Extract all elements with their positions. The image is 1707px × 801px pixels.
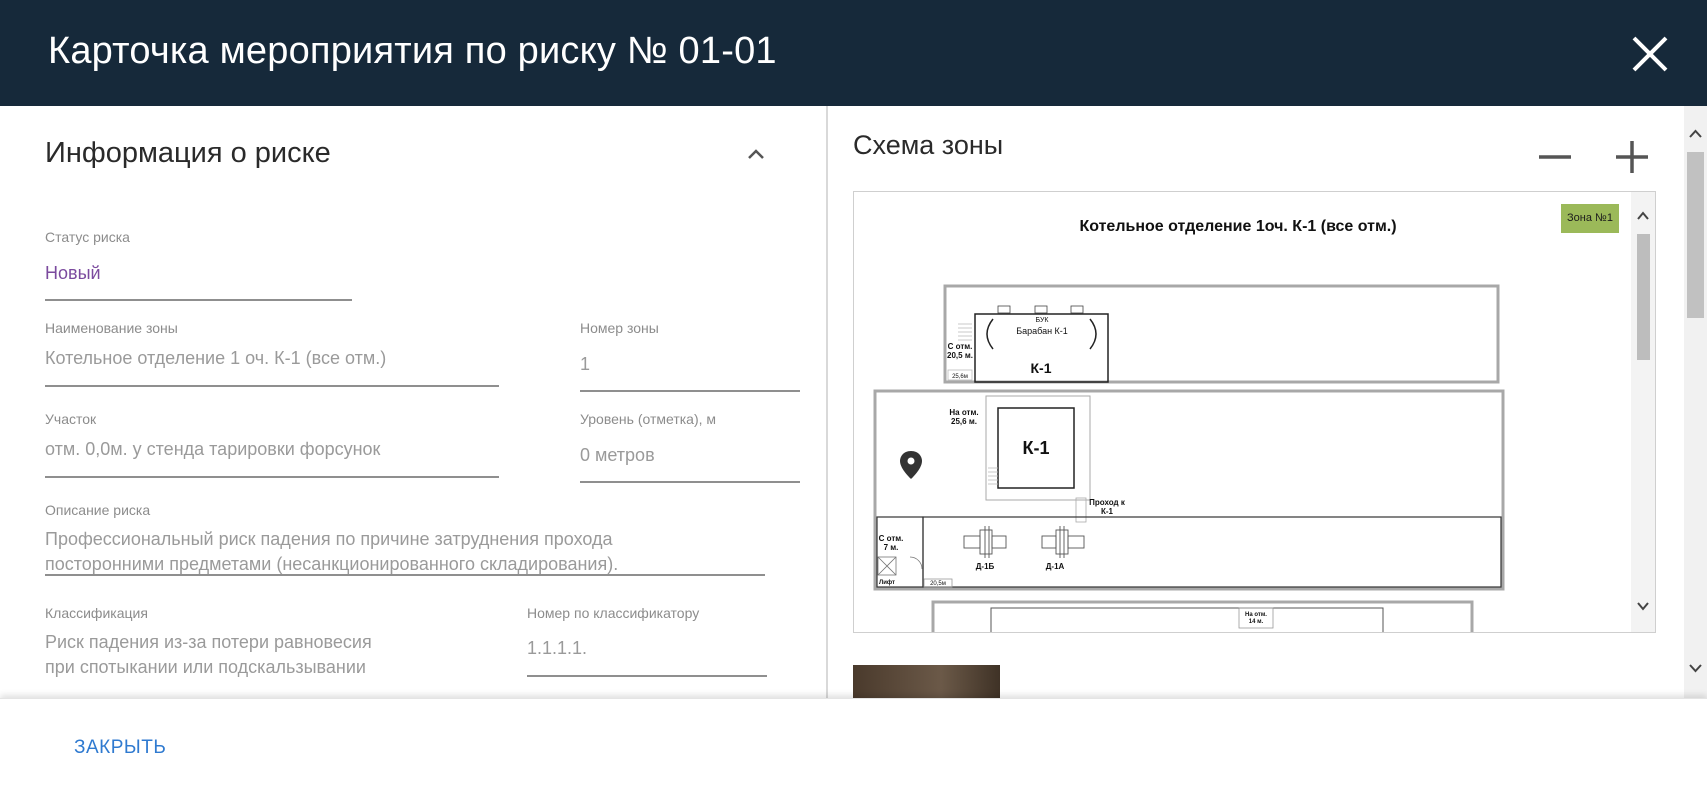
chevron-up-icon[interactable] — [744, 144, 768, 164]
plan-label-na14-2: 14 м. — [1249, 619, 1264, 625]
level-underline — [580, 481, 800, 483]
scroll-up-icon[interactable] — [1636, 210, 1650, 222]
zone-number-underline — [580, 390, 800, 392]
floor-plan: БУК Барабан К-1 К-1 С отм. 20,5 м. 25,6м… — [873, 284, 1505, 632]
plan-label-c-otm-2: 20,5 м. — [947, 351, 973, 360]
plan-label-c7-2: 7 м. — [884, 543, 899, 552]
plan-label-k1-mid: К-1 — [1023, 438, 1050, 458]
plan-label-passage-1: Проход к — [1089, 498, 1126, 507]
dialog-title: Карточка мероприятия по риску № 01-01 — [48, 30, 777, 72]
zone-map[interactable]: Котельное отделение 1оч. К-1 (все отм.) … — [853, 191, 1656, 633]
map-scrollbar[interactable] — [1631, 192, 1655, 632]
description-label: Описание риска — [45, 502, 151, 518]
description-underline — [45, 574, 765, 576]
scroll-down-icon[interactable] — [1636, 600, 1650, 612]
minus-icon[interactable] — [1535, 137, 1575, 177]
plan-label-mark-205: 20,5м — [930, 581, 946, 587]
plan-label-drum: Барабан К-1 — [1016, 326, 1068, 336]
zone-number-label: Номер зоны — [580, 320, 659, 336]
fan-d1a — [1041, 526, 1085, 558]
plus-icon[interactable] — [1612, 137, 1652, 177]
dialog-scroll-thumb[interactable] — [1687, 152, 1704, 318]
status-label: Статус риска — [45, 229, 130, 245]
close-icon[interactable] — [1628, 32, 1672, 76]
plan-label-na-otm-2: 25,6 м. — [951, 417, 977, 426]
plan-label-c7-1: С отм. — [879, 534, 904, 543]
classifier-number-underline — [527, 675, 767, 677]
site-label: Участок — [45, 411, 97, 427]
classification-label: Классификация — [45, 605, 148, 621]
plan-label-na14-1: На отм. — [1245, 612, 1267, 618]
plan-label-mark-256: 25,6м — [952, 374, 968, 380]
close-button[interactable]: ЗАКРЫТЬ — [74, 737, 166, 759]
status-value: Новый — [45, 263, 101, 283]
zone-name-underline — [45, 385, 499, 387]
plan-label-c-otm-1: С отм. — [948, 342, 973, 351]
plan-label-d1b: Д-1Б — [976, 562, 995, 571]
classifier-number-label: Номер по классификатору — [527, 605, 700, 621]
plan-label-d1a: Д-1А — [1046, 562, 1065, 571]
dialog-scrollbar[interactable] — [1684, 106, 1707, 698]
classification-line-1: Риск падения из-за потери равновесия — [45, 632, 372, 652]
section-title: Информация о риске — [45, 137, 331, 169]
scroll-down-icon[interactable] — [1688, 662, 1703, 674]
photo-thumbnail[interactable] — [853, 665, 1000, 698]
site-underline — [45, 476, 499, 478]
classification-line-2: при спотыкании или подскальзывании — [45, 657, 366, 677]
plan-label-lift: Лифт — [879, 579, 895, 586]
plan-label-buk: БУК — [1036, 317, 1050, 324]
dialog-header: Карточка мероприятия по риску № 01-01 — [0, 0, 1707, 106]
zone-name-label: Наименование зоны — [45, 320, 178, 336]
dialog-footer — [0, 698, 1707, 801]
map-scroll-thumb[interactable] — [1637, 234, 1650, 360]
scroll-up-icon[interactable] — [1688, 128, 1703, 140]
zone-number-value: 1 — [580, 354, 591, 374]
level-value: 0 метров — [580, 445, 655, 465]
fan-d1b — [963, 526, 1007, 558]
plan-label-na-otm-1: На отм. — [949, 408, 978, 417]
classifier-number-value: 1.1.1.1. — [527, 638, 588, 658]
map-marker-icon — [900, 451, 922, 479]
zone-name-value: Котельное отделение 1 оч. К-1 (все отм.) — [45, 348, 387, 368]
site-value: отм. 0,0м. у стенда тарировки форсунок — [45, 439, 381, 459]
description-line-1: Профессиональный риск падения по причине… — [45, 529, 613, 549]
plan-label-k1-top: К-1 — [1031, 360, 1052, 376]
plan-label-passage-2: К-1 — [1101, 507, 1114, 516]
scheme-title: Схема зоны — [853, 130, 1004, 160]
status-underline — [45, 299, 352, 301]
level-label: Уровень (отметка), м — [580, 411, 717, 427]
